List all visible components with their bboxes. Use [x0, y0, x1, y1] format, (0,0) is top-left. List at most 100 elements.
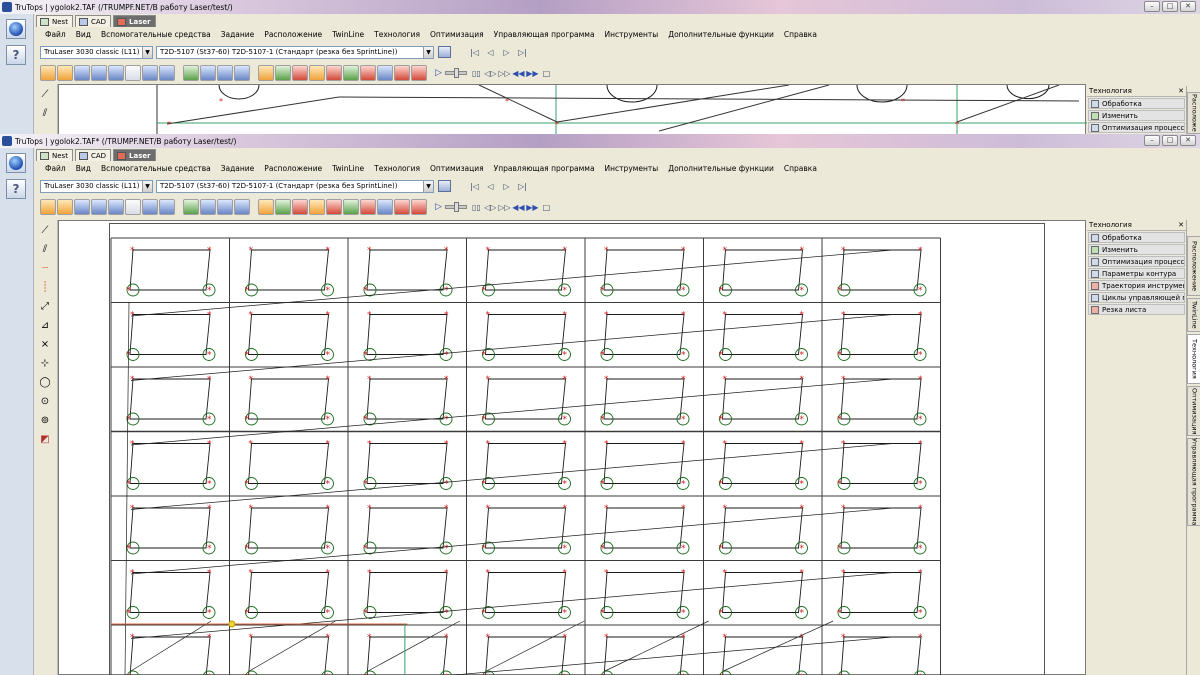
minimize-icon[interactable]: – [1144, 1, 1160, 12]
side-tab-nesting[interactable]: Расположе [1187, 92, 1200, 134]
tree-icon[interactable] [142, 65, 158, 81]
delete-part-icon[interactable] [360, 199, 376, 215]
nest-auto-icon[interactable] [258, 65, 274, 81]
menu-tools-aux[interactable]: Вспомогательные средства [96, 30, 216, 39]
maximize-icon[interactable]: □ [1162, 1, 1178, 12]
double-line-tool-icon[interactable]: ⫽ [36, 104, 54, 122]
play-icon[interactable]: ▷ [435, 202, 442, 212]
process-optimize-icon[interactable] [217, 199, 233, 215]
panel-item-contour-params[interactable]: Параметры контура [1088, 268, 1185, 279]
material-select[interactable]: T2D-5107 (St37-60) T2D-5107-1 (Стандарт … [156, 179, 434, 193]
panel-item-optimize[interactable]: Оптимизация процесса [1088, 256, 1185, 267]
nc-icon[interactable] [377, 199, 393, 215]
database-icon[interactable] [437, 179, 452, 193]
panel-item-optimize[interactable]: Оптимизация процесса [1088, 122, 1185, 133]
first-icon[interactable]: |◁ [468, 180, 481, 193]
next-icon[interactable]: ▷ [500, 46, 513, 59]
menu-instruments[interactable]: Инструменты [600, 30, 664, 39]
rewind-icon[interactable]: ◀◀ [512, 67, 525, 80]
save-as-icon[interactable] [108, 199, 124, 215]
export-icon[interactable] [74, 65, 90, 81]
panel-item-tool-path[interactable]: Траектория инструмента [1088, 280, 1185, 291]
sort-icon[interactable] [292, 65, 308, 81]
circle-point-tool-icon[interactable]: ⊚ [36, 411, 54, 429]
tab-cad[interactable]: CAD [74, 149, 112, 161]
menu-extra-functions[interactable]: Дополнительные функции [663, 164, 779, 173]
side-tab-optimization[interactable]: Оптимизация [1187, 386, 1200, 436]
globe-button[interactable] [6, 19, 26, 39]
corner-tool-icon[interactable]: ⊿ [36, 316, 54, 334]
menu-technology[interactable]: Технология [369, 164, 425, 173]
menu-help[interactable]: Справка [779, 164, 822, 173]
nc-generate-icon[interactable] [394, 65, 410, 81]
slider-knob[interactable] [453, 68, 459, 78]
print-icon[interactable] [159, 199, 175, 215]
material-select[interactable]: T2D-5107 (St37-60) T2D-5107-1 (Стандарт … [156, 45, 434, 59]
next-icon[interactable]: ▷ [500, 180, 513, 193]
open-folder-icon[interactable] [40, 65, 56, 81]
nc-generate-icon[interactable] [394, 199, 410, 215]
tree-icon[interactable] [142, 199, 158, 215]
split-tool-icon[interactable]: ⊹ [36, 354, 54, 372]
title-bar[interactable]: TruTops | ygolok2.TAF (/TRUMPF.NET/В раб… [0, 0, 1200, 14]
tab-laser[interactable]: Laser [113, 15, 156, 27]
play-icon[interactable]: ▷ [435, 68, 442, 78]
grid-icon[interactable] [309, 65, 325, 81]
document-icon[interactable] [125, 65, 141, 81]
process-icon[interactable] [183, 199, 199, 215]
close-icon[interactable]: ✕ [1178, 221, 1184, 229]
minimize-icon[interactable]: – [1144, 135, 1160, 146]
import-icon[interactable] [57, 65, 73, 81]
export-icon[interactable] [74, 199, 90, 215]
import-icon[interactable] [57, 199, 73, 215]
dotted-line-tool-icon[interactable]: ┈ [36, 259, 54, 277]
fast-forward-icon[interactable]: ▶▶ [526, 201, 539, 214]
menu-help[interactable]: Справка [779, 30, 822, 39]
double-line-tool-icon[interactable]: ⫽ [36, 240, 54, 258]
grid-icon[interactable] [309, 199, 325, 215]
menu-view[interactable]: Вид [71, 164, 96, 173]
menu-twinline[interactable]: TwinLine [327, 164, 369, 173]
database-icon[interactable] [437, 45, 452, 59]
close-icon[interactable]: ✕ [1178, 87, 1184, 95]
last-icon[interactable]: ▷| [516, 46, 529, 59]
panel-item-edit[interactable]: Изменить [1088, 110, 1185, 121]
fast-forward-icon[interactable]: ▶▶ [526, 67, 539, 80]
print-icon[interactable] [159, 65, 175, 81]
menu-job[interactable]: Задание [216, 30, 260, 39]
menu-twinline[interactable]: TwinLine [327, 30, 369, 39]
title-bar[interactable]: TruTops | ygolok2.TAF* (/TRUMPF.NET/В ра… [0, 134, 1200, 148]
side-tab-technology[interactable]: Технология [1187, 334, 1200, 384]
menu-instruments[interactable]: Инструменты [600, 164, 664, 173]
add-part-icon[interactable] [343, 199, 359, 215]
slider-knob[interactable] [453, 202, 459, 212]
nest-auto-icon[interactable] [258, 199, 274, 215]
sort-icon[interactable] [292, 199, 308, 215]
save-icon[interactable] [91, 199, 107, 215]
sequence-icon[interactable] [275, 199, 291, 215]
close-icon[interactable]: ✕ [1180, 135, 1196, 146]
close-icon[interactable]: ✕ [1180, 1, 1196, 12]
process-optimize-icon[interactable] [217, 65, 233, 81]
menu-nesting[interactable]: Расположение [259, 30, 327, 39]
menu-view[interactable]: Вид [71, 30, 96, 39]
panel-item-nc-cycles[interactable]: Циклы управляющей программы [1088, 292, 1185, 303]
tab-cad[interactable]: CAD [74, 15, 112, 27]
intersect-tool-icon[interactable]: ⨯ [36, 335, 54, 353]
speed-slider[interactable] [444, 202, 467, 212]
menu-nc-program[interactable]: Управляющая программа [489, 164, 600, 173]
delete-part-icon[interactable] [360, 65, 376, 81]
process-settings-icon[interactable] [234, 65, 250, 81]
process-edit-icon[interactable] [200, 65, 216, 81]
machine-select[interactable]: TruLaser 3030 classic (L11) ▼ [40, 45, 153, 59]
line-tool-icon[interactable]: ⟋ [36, 221, 54, 239]
menu-optimization[interactable]: Оптимизация [425, 30, 489, 39]
nc-settings-icon[interactable] [411, 65, 427, 81]
process-edit-icon[interactable] [200, 199, 216, 215]
help-button[interactable]: ? [6, 45, 26, 65]
panel-item-edit[interactable]: Изменить [1088, 244, 1185, 255]
cut-order-icon[interactable] [326, 65, 342, 81]
previous-icon[interactable]: ◁ [484, 180, 497, 193]
menu-file[interactable]: Файл [40, 164, 71, 173]
menu-nesting[interactable]: Расположение [259, 164, 327, 173]
